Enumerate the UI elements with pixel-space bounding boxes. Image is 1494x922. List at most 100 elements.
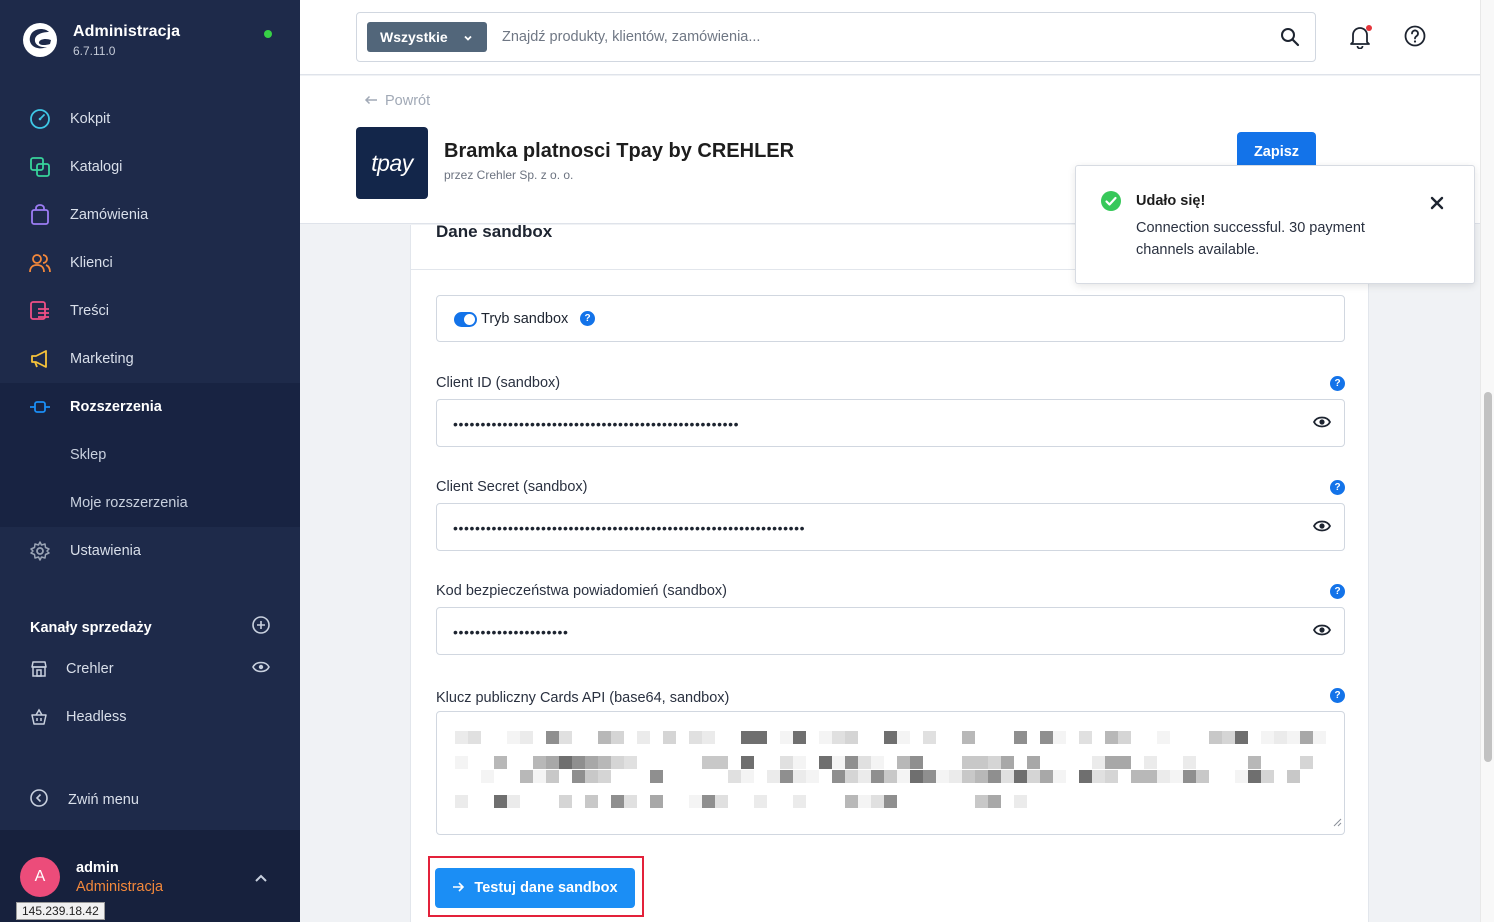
show-password-eye-icon[interactable] (1312, 623, 1332, 642)
help-tooltip-icon[interactable]: ? (1330, 480, 1345, 495)
collapse-menu-button[interactable]: Zwiń menu (30, 789, 139, 811)
redacted-pixel (975, 770, 988, 783)
redacted-pixel (1014, 795, 1027, 808)
redacted-pixel (520, 731, 533, 744)
show-password-eye-icon[interactable] (1312, 519, 1332, 538)
search-icon[interactable] (1280, 27, 1300, 52)
sidebar-item-customers[interactable]: Klienci (0, 239, 300, 287)
redacted-pixel (481, 770, 494, 783)
redacted-pixel (715, 795, 728, 808)
redacted-pixel (832, 795, 845, 808)
megaphone-icon (28, 347, 52, 371)
redacted-pixel (819, 731, 832, 744)
redacted-pixel (1040, 795, 1053, 808)
brand[interactable]: Administracja 6.7.11.0 (22, 22, 180, 58)
help-tooltip-icon[interactable]: ? (1330, 584, 1345, 599)
scrollbar-thumb[interactable] (1484, 392, 1492, 762)
client-id-field[interactable]: ••••••••••••••••••••••••••••••••••••••••… (436, 399, 1345, 447)
client-secret-field[interactable]: ••••••••••••••••••••••••••••••••••••••••… (436, 503, 1345, 551)
redacted-pixel (1222, 731, 1235, 744)
help-tooltip-icon[interactable]: ? (1330, 688, 1345, 703)
redacted-pixel (559, 731, 572, 744)
redacted-pixel (1235, 770, 1248, 783)
sidebar-item-orders[interactable]: Zamówienia (0, 191, 300, 239)
redacted-pixel (663, 756, 676, 769)
sidebar-item-dashboard[interactable]: Kokpit (0, 95, 300, 143)
sidebar-item-catalogs[interactable]: Katalogi (0, 143, 300, 191)
redacted-pixel (858, 795, 871, 808)
redacted-pixel (910, 731, 923, 744)
redacted-pixel (1001, 731, 1014, 744)
redacted-pixel (715, 756, 728, 769)
sandbox-settings-card: Dane sandbox Tryb sandbox ? Client ID (s… (410, 222, 1369, 922)
redacted-pixel (611, 731, 624, 744)
show-password-eye-icon[interactable] (1312, 415, 1332, 434)
redacted-pixel (767, 770, 780, 783)
redacted-pixel (1300, 770, 1313, 783)
redacted-pixel (793, 731, 806, 744)
redacted-pixel (1105, 770, 1118, 783)
redacted-row (455, 770, 1326, 783)
redacted-pixel (468, 770, 481, 783)
redacted-pixel (533, 770, 546, 783)
redacted-pixel (702, 795, 715, 808)
add-channel-icon[interactable] (252, 616, 270, 639)
sales-channel-headless[interactable]: Headless (30, 708, 270, 726)
redacted-pixel (585, 795, 598, 808)
search-filter-label: Wszystkie (380, 29, 448, 45)
sandbox-mode-switch[interactable] (454, 312, 477, 327)
redacted-pixel (1300, 731, 1313, 744)
top-bar: Wszystkie (300, 0, 1480, 75)
redacted-pixel (1274, 770, 1287, 783)
search-input[interactable] (502, 23, 1262, 51)
public-key-textarea[interactable] (436, 711, 1345, 835)
eye-icon[interactable] (252, 661, 270, 677)
redacted-pixel (1027, 756, 1040, 769)
redacted-pixel (949, 731, 962, 744)
test-sandbox-credentials-button[interactable]: Testuj dane sandbox (435, 868, 635, 908)
resize-handle-icon[interactable] (1332, 814, 1342, 832)
help-icon[interactable] (1404, 25, 1426, 52)
sidebar-item-settings[interactable]: Ustawienia (0, 527, 300, 575)
redacted-pixel (598, 770, 611, 783)
close-icon[interactable] (1430, 196, 1444, 215)
redacted-pixel (1014, 731, 1027, 744)
redacted-pixel (689, 731, 702, 744)
redacted-pixel (546, 756, 559, 769)
chevron-down-icon (463, 30, 473, 46)
redacted-pixel (1222, 770, 1235, 783)
sidebar-item-extensions[interactable]: Rozszerzenia (0, 383, 300, 431)
redacted-pixel (507, 795, 520, 808)
help-tooltip-icon[interactable]: ? (1330, 376, 1345, 391)
avatar: A (20, 857, 60, 897)
redacted-pixel (650, 731, 663, 744)
sales-channel-crehler[interactable]: Crehler (30, 660, 270, 678)
redacted-pixel (1092, 756, 1105, 769)
sidebar-item-marketing[interactable]: Marketing (0, 335, 300, 383)
redacted-pixel (494, 770, 507, 783)
help-tooltip-icon[interactable]: ? (580, 311, 595, 326)
redacted-pixel (637, 770, 650, 783)
redacted-pixel (754, 795, 767, 808)
page-title: Bramka platnosci Tpay by CREHLER (444, 140, 795, 162)
success-toast: Udało się! Connection successful. 30 pay… (1075, 165, 1475, 284)
redacted-pixel (962, 795, 975, 808)
redacted-pixel (585, 756, 598, 769)
redacted-pixel (1066, 770, 1079, 783)
redacted-pixel (1105, 756, 1118, 769)
redacted-pixel (1183, 756, 1196, 769)
search-filter-dropdown[interactable]: Wszystkie (367, 22, 487, 52)
redacted-pixel (897, 731, 910, 744)
redacted-pixel (949, 795, 962, 808)
page-scrollbar[interactable] (1480, 0, 1494, 922)
chevron-up-icon[interactable] (254, 870, 268, 888)
sidebar-item-my-extensions[interactable]: Moje rozszerzenia (0, 479, 300, 527)
user-role: Administracja (76, 879, 164, 895)
redacted-pixel (624, 770, 637, 783)
sidebar-item-content[interactable]: Treści (0, 287, 300, 335)
check-circle-icon (1100, 190, 1122, 217)
sidebar-item-store[interactable]: Sklep (0, 431, 300, 479)
back-link[interactable]: Powrót (364, 93, 430, 109)
notification-code-field[interactable]: ••••••••••••••••••••• (436, 607, 1345, 655)
redacted-pixel (949, 756, 962, 769)
